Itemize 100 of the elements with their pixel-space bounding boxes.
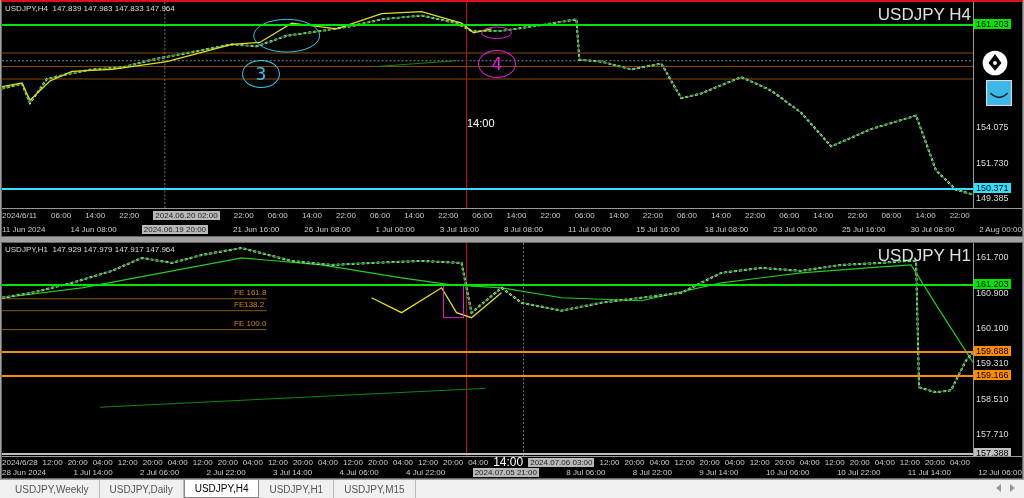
- time-label: 22:00: [642, 211, 663, 221]
- date-label: 2 Jul 06:00: [139, 468, 180, 478]
- price-label: 159.310: [976, 359, 1009, 369]
- time-label: 04:00: [92, 457, 113, 467]
- date-label: 4 Jul 06:00: [339, 468, 379, 478]
- date-label: 10 Jul 22:00: [836, 468, 881, 478]
- date-label: 10 Jul 06:00: [765, 468, 810, 478]
- time-label: 12:00: [899, 457, 920, 467]
- time-label: 22:00: [438, 211, 459, 221]
- time-label: 20:00: [774, 457, 795, 467]
- time-label: 12:00: [267, 457, 288, 467]
- time-label: 20:00: [292, 457, 313, 467]
- date-label: 3 Jul 16:00: [439, 224, 479, 234]
- chart-tab[interactable]: USDJPY,H4: [183, 480, 260, 498]
- price-tag: 161.203: [974, 279, 1011, 290]
- date-label: 8 Jul 08:00: [503, 224, 544, 234]
- date-label: 4 Jul 22:00: [406, 468, 446, 478]
- date-label: 14 Jun 08:00: [70, 224, 117, 234]
- price-label: 160.100: [976, 324, 1009, 334]
- price-tag: 157.388: [974, 448, 1011, 456]
- date-label: 11 Jul 14:00: [907, 468, 951, 478]
- time-label: 06:00: [472, 211, 493, 221]
- date-label: 8 Jul 06:00: [566, 468, 606, 478]
- time-label: 04:00: [949, 457, 970, 467]
- price-label: 160.900: [976, 288, 1009, 298]
- price-label: 161.700: [976, 253, 1009, 262]
- time-label: 20:00: [67, 457, 88, 467]
- time-label: 2024/6/28: [2, 457, 38, 467]
- chart-header: USDJPY,H4 147.839 147.983 147.833 147.964: [5, 4, 175, 13]
- smile-arc-icon[interactable]: [986, 80, 1012, 106]
- time-label: 20:00: [699, 457, 720, 467]
- time-label: 06:00: [676, 211, 697, 221]
- crosshair-time-label: 14:00: [467, 117, 495, 129]
- time-label: 20:00: [217, 457, 238, 467]
- time-label: 22:00: [335, 211, 356, 221]
- date-label: 28 Jun 2024: [2, 468, 47, 478]
- time-label: 12:00: [117, 457, 138, 467]
- time-label: 04:00: [468, 457, 489, 467]
- time-label: 14:00: [85, 211, 106, 221]
- time-label: 14:00: [813, 211, 834, 221]
- pen-nib-icon[interactable]: [982, 50, 1008, 76]
- time-label: 12:00: [342, 457, 363, 467]
- time-label: 12:00: [42, 457, 63, 467]
- time-label: 20:00: [849, 457, 870, 467]
- time-label: 20:00: [924, 457, 945, 467]
- price-tag: 161.203: [974, 19, 1011, 30]
- fibonacci-level-label: FE138.2: [234, 300, 265, 309]
- time-label: 12:00: [599, 457, 620, 467]
- time-label: 22:00: [233, 211, 254, 221]
- date-label: 18 Jul 08:00: [704, 224, 749, 234]
- highlight-ellipse: [481, 26, 512, 40]
- time-label: 04:00: [874, 457, 895, 467]
- time-label: 06:00: [370, 211, 391, 221]
- date-label: 23 Jul 00:00: [773, 224, 817, 234]
- time-label: 06:00: [267, 211, 288, 221]
- date-label: 1 Jul 00:00: [375, 224, 415, 234]
- crosshair-time-label: 14:00: [493, 457, 524, 468]
- time-label: 20:00: [368, 457, 389, 467]
- price-label: 149.385: [976, 194, 1009, 203]
- date-label: 2 Jul 22:00: [206, 468, 246, 478]
- date-label: 11 Jun 2024: [2, 224, 46, 234]
- price-label: 151.730: [976, 158, 1009, 168]
- price-tag: 159.166: [974, 369, 1011, 380]
- time-label: 22:00: [119, 211, 140, 221]
- time-label: 06:00: [881, 211, 902, 221]
- time-label: 04:00: [167, 457, 188, 467]
- time-label: 06:00: [51, 211, 72, 221]
- price-tag: 159.688: [974, 346, 1011, 357]
- highlight-ellipse: [253, 18, 321, 53]
- date-label: 30 Jul 08:00: [910, 224, 955, 234]
- date-label: 26 Jun 08:00: [304, 224, 351, 234]
- date-label: 25 Jul 16:00: [841, 224, 886, 234]
- date-label: 1 Jul 14:00: [73, 468, 113, 478]
- date-label: 11 Jul 00:00: [568, 224, 612, 234]
- time-label: 04:00: [799, 457, 820, 467]
- date-label: 8 Jul 22:00: [632, 468, 672, 478]
- time-label: 04:00: [724, 457, 745, 467]
- time-label: 14:00: [506, 211, 527, 221]
- crosshair-time-tag: 2024.07.06 03:00: [528, 457, 595, 467]
- time-label: 14:00: [711, 211, 732, 221]
- time-label: 12:00: [749, 457, 770, 467]
- fibonacci-level-label: FE 100.0: [234, 319, 267, 328]
- time-label: 04:00: [649, 457, 670, 467]
- date-label: 15 Jul 16:00: [636, 224, 680, 234]
- time-label: 06:00: [779, 211, 800, 221]
- crosshair-time-tag: 2024.06.20 02:00: [153, 211, 220, 221]
- time-label: 12:00: [824, 457, 845, 467]
- chart-title: USDJPY H1: [877, 246, 971, 266]
- time-label: 06:00: [574, 211, 595, 221]
- crosshair-date-tag: 2024.07.05 21:00: [472, 468, 539, 478]
- time-label: 2024/6/11: [2, 211, 37, 221]
- chart-title: USDJPY H4: [877, 5, 971, 25]
- date-label: 12 Jul 06:00: [978, 468, 1022, 478]
- time-label: 14:00: [608, 211, 629, 221]
- time-label: 14:00: [404, 211, 425, 221]
- fibonacci-level-label: FE 161.8: [234, 288, 267, 297]
- time-label: 04:00: [242, 457, 263, 467]
- crosshair-date-tag: 2024.06.19 20:00: [141, 224, 209, 234]
- time-label: 22:00: [745, 211, 766, 221]
- price-label: 157.710: [976, 430, 1009, 440]
